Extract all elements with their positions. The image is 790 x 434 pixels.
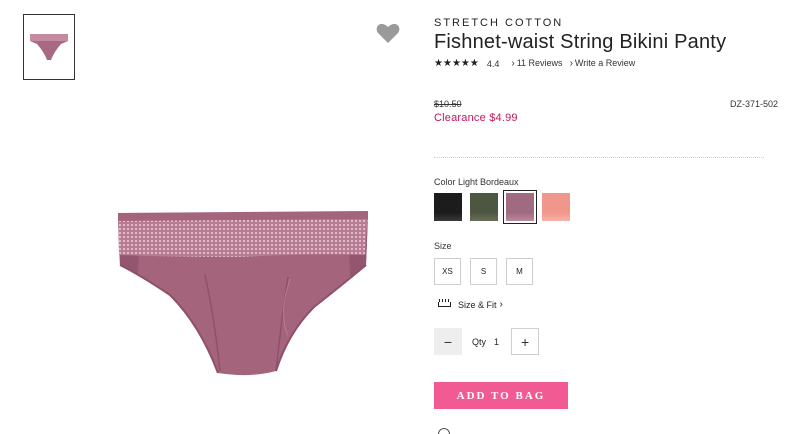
half-star-icon: ★ [469,57,479,69]
qty-value[interactable]: 1 [494,337,499,347]
divider [434,157,764,158]
write-review-link[interactable]: › Write a Review [570,58,636,69]
star-icon: ★ [460,57,470,69]
heart-icon[interactable] [376,22,400,44]
chevron-right-icon: › [499,299,503,310]
star-icon: ★ [451,57,461,69]
star-icon: ★ [442,57,452,69]
size-option-s[interactable]: S [470,258,497,285]
chevron-right-icon: › [569,58,573,69]
product-thumbnail[interactable] [23,14,75,80]
qty-increase-button[interactable]: + [511,328,540,355]
product-sku: DZ-371-502 [729,99,778,109]
swatch-olive[interactable] [470,193,498,221]
rating-stars: ★ ★ ★ ★ ★ [434,57,479,69]
info-icon [438,428,450,434]
product-brand: STRETCH COTTON [434,17,564,29]
size-label: Size [434,241,452,251]
star-icon: ★ [434,57,443,69]
size-options: XS S M [434,258,533,285]
rating-value: 4.4 [486,58,500,69]
swatch-black[interactable] [434,193,462,221]
thumbnail-image [30,34,68,60]
chevron-right-icon: › [511,58,515,69]
size-option-m[interactable]: M [506,258,533,285]
qty-label: Qty [472,336,487,347]
swatch-peach[interactable] [542,193,570,221]
add-to-bag-button[interactable]: ADD TO BAG [434,382,568,409]
color-label: Color Light Bordeaux [434,177,519,187]
size-option-xs[interactable]: XS [434,258,461,285]
main-product-image [110,195,380,385]
color-swatches [434,190,570,224]
ruler-icon [438,299,451,307]
product-title: Fishnet-waist String Bikini Panty [434,31,727,53]
rating-row: ★ ★ ★ ★ ★ 4.4 › 11 Reviews › Write a Revie… [434,58,642,69]
qty-decrease-button[interactable]: − [434,328,462,355]
thumbnail-strip [23,14,75,80]
swatch-light-bordeaux[interactable] [503,190,537,224]
reviews-link[interactable]: › 11 Reviews [511,58,562,69]
original-price: $10.50 [434,99,462,109]
quantity-stepper: − Qty 1 + [434,328,540,355]
sale-price: Clearance $4.99 [434,112,518,124]
size-fit-link[interactable]: Size & Fit › [438,299,505,310]
